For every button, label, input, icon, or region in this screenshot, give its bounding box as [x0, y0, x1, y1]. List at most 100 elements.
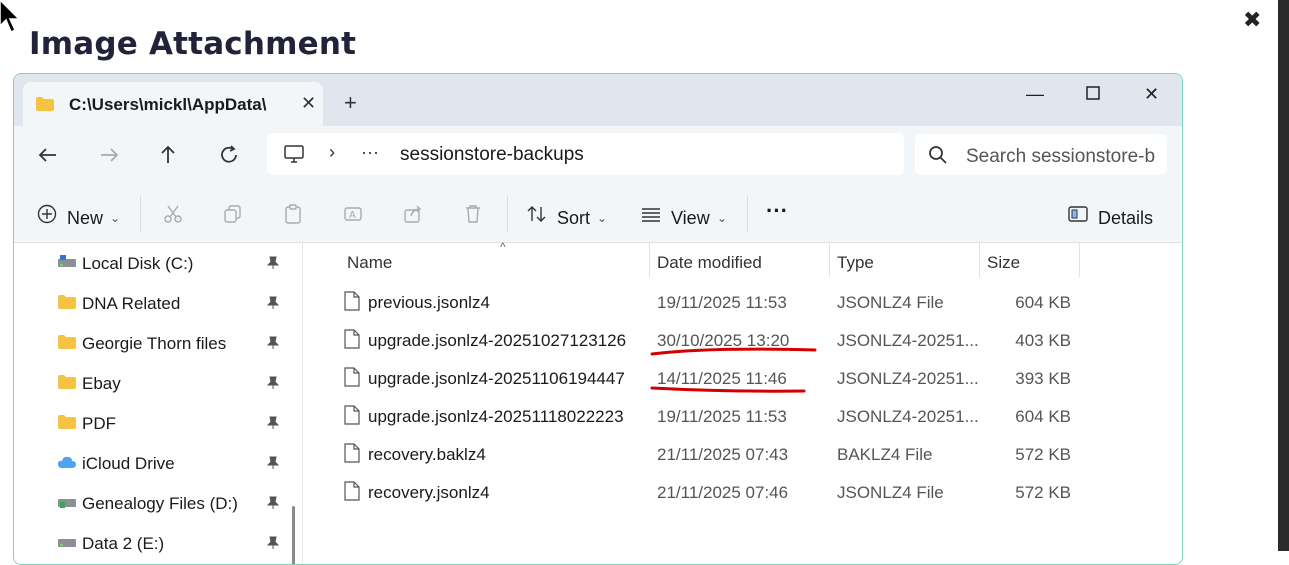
column-separator[interactable] — [649, 243, 650, 277]
column-header-type[interactable]: Type — [837, 253, 874, 273]
explorer-tab[interactable]: C:\Users\mickl\AppData\ ✕ — [23, 82, 323, 126]
file-type: JSONLZ4-20251... — [837, 369, 979, 388]
toolbar-separator — [140, 196, 141, 232]
chevron-down-icon[interactable]: ⌄ — [110, 211, 120, 225]
cut-icon[interactable] — [163, 204, 183, 224]
sidebar-item-genealogy-files[interactable]: Genealogy Files (D:) — [14, 483, 287, 523]
tab-label: C:\Users\mickl\AppData\ — [69, 95, 267, 114]
sidebar-item-label: Genealogy Files (D:) — [82, 494, 238, 513]
minimize-icon[interactable]: — — [1026, 84, 1044, 105]
view-button[interactable]: View — [671, 208, 710, 229]
window-close-icon[interactable]: ✕ — [1144, 84, 1159, 105]
file-type: JSONLZ4 File — [837, 293, 944, 312]
pin-icon[interactable] — [266, 376, 280, 390]
file-size: 393 KB — [1015, 369, 1071, 388]
folder-icon — [36, 97, 54, 111]
command-bar: New ⌄ A Sort ⌄ View ⌄ ··· Details — [14, 184, 1182, 243]
table-row[interactable]: recovery.jsonlz4 21/11/2025 07:46 JSONLZ… — [304, 474, 1182, 512]
details-pane-icon[interactable] — [1068, 204, 1088, 224]
file-icon — [344, 291, 360, 311]
monitor-icon — [284, 145, 304, 163]
tab-bar: C:\Users\mickl\AppData\ ✕ + — ✕ — [14, 74, 1182, 126]
new-tab-icon[interactable]: + — [344, 92, 357, 114]
chevron-down-icon[interactable]: ⌄ — [597, 211, 607, 225]
sidebar-item-local-disk[interactable]: Local Disk (C:) — [14, 243, 287, 283]
dialog-close-icon[interactable]: ✖ — [1243, 9, 1261, 31]
drive-icon — [58, 499, 76, 508]
more-options-button[interactable]: ··· — [766, 198, 788, 224]
column-header-name[interactable]: Name — [347, 253, 392, 273]
pin-icon[interactable] — [266, 336, 280, 350]
sidebar-item-label: PDF — [82, 414, 116, 433]
sidebar-item-label: iCloud Drive — [82, 454, 175, 473]
share-icon[interactable] — [403, 204, 423, 224]
toolbar-separator — [747, 196, 748, 232]
table-row[interactable]: previous.jsonlz4 19/11/2025 11:53 JSONLZ… — [304, 284, 1182, 322]
pin-icon[interactable] — [266, 496, 280, 510]
refresh-icon[interactable] — [218, 144, 240, 166]
file-size: 604 KB — [1015, 293, 1071, 312]
navigation-pane: Local Disk (C:) DNA Related Georgie Thor… — [14, 243, 287, 564]
column-separator[interactable] — [979, 243, 980, 277]
mouse-cursor-icon — [0, 0, 21, 34]
back-arrow-icon[interactable] — [37, 144, 59, 166]
file-date: 19/11/2025 11:53 — [657, 407, 787, 426]
breadcrumb-chevron-icon[interactable]: › — [329, 142, 335, 163]
sidebar-item-label: Ebay — [82, 374, 121, 393]
column-header-size[interactable]: Size — [987, 253, 1020, 273]
search-box[interactable]: Search sessionstore-b — [915, 134, 1167, 175]
dialog-title: Image Attachment — [29, 26, 357, 62]
pin-icon[interactable] — [266, 456, 280, 470]
search-input[interactable]: Search sessionstore-b — [966, 146, 1155, 168]
column-header-date[interactable]: Date modified — [657, 253, 762, 273]
sidebar-item-label: DNA Related — [82, 294, 181, 313]
drive-icon — [58, 539, 76, 547]
delete-icon[interactable] — [463, 204, 483, 224]
folder-icon — [58, 375, 76, 389]
view-lines-icon[interactable] — [641, 204, 661, 224]
table-row[interactable]: recovery.baklz4 21/11/2025 07:43 BAKLZ4 … — [304, 436, 1182, 474]
sort-button[interactable]: Sort — [557, 208, 590, 229]
file-type: JSONLZ4 File — [837, 483, 944, 502]
file-icon — [344, 443, 360, 463]
pin-icon[interactable] — [266, 296, 280, 310]
forward-arrow-icon[interactable] — [98, 144, 120, 166]
chevron-down-icon[interactable]: ⌄ — [717, 211, 727, 225]
up-arrow-icon[interactable] — [157, 144, 179, 166]
address-bar[interactable]: › ··· sessionstore-backups — [267, 133, 904, 175]
sort-icon[interactable] — [527, 204, 547, 224]
new-button[interactable]: New — [67, 208, 103, 229]
breadcrumb-ellipsis[interactable]: ··· — [361, 142, 379, 163]
tab-close-icon[interactable]: ✕ — [301, 93, 316, 114]
file-name: recovery.jsonlz4 — [368, 483, 490, 502]
sidebar-item-dna-related[interactable]: DNA Related — [14, 283, 287, 323]
table-row[interactable]: upgrade.jsonlz4-20251118022223 19/11/202… — [304, 398, 1182, 436]
breadcrumb-current[interactable]: sessionstore-backups — [400, 144, 584, 166]
rename-icon[interactable]: A — [343, 204, 363, 224]
sidebar-item-georgie-thorn[interactable]: Georgie Thorn files — [14, 323, 287, 363]
file-name: upgrade.jsonlz4-20251118022223 — [368, 407, 624, 426]
pin-icon[interactable] — [266, 536, 280, 550]
paste-icon[interactable] — [283, 204, 303, 224]
column-separator[interactable] — [829, 243, 830, 277]
copy-icon[interactable] — [223, 204, 243, 224]
sidebar-item-pdf[interactable]: PDF — [14, 403, 287, 443]
details-button[interactable]: Details — [1098, 208, 1153, 229]
page-scrollbar-strip — [1278, 0, 1289, 551]
folder-icon — [58, 415, 76, 429]
sidebar-item-ebay[interactable]: Ebay — [14, 363, 287, 403]
column-separator[interactable] — [1079, 243, 1080, 277]
sidebar-item-data-2[interactable]: Data 2 (E:) — [14, 523, 287, 563]
file-name: upgrade.jsonlz4-20251106194447 — [368, 369, 625, 388]
pin-icon[interactable] — [266, 256, 280, 270]
search-icon — [929, 146, 947, 164]
sidebar-scrollbar[interactable] — [292, 506, 295, 564]
file-icon — [344, 405, 360, 425]
red-underline-annotation — [650, 347, 817, 356]
sidebar-item-icloud-drive[interactable]: iCloud Drive — [14, 443, 287, 483]
file-type: JSONLZ4-20251... — [837, 407, 979, 426]
maximize-icon[interactable] — [1086, 86, 1100, 100]
svg-text:A: A — [349, 210, 356, 221]
pin-icon[interactable] — [266, 416, 280, 430]
plus-circle-icon[interactable] — [37, 204, 57, 224]
